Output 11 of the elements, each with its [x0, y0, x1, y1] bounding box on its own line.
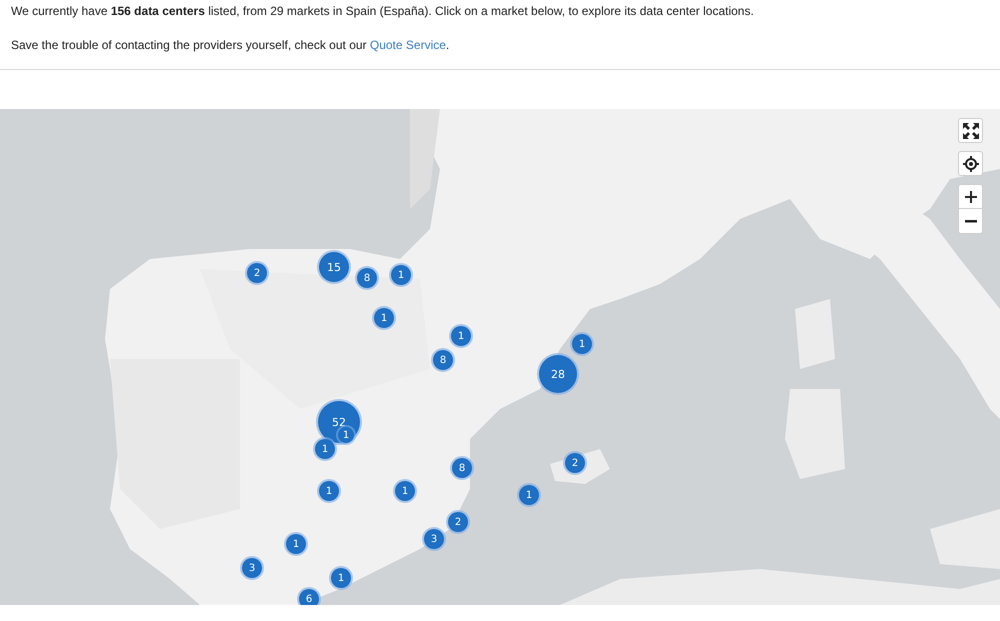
quote-note: Save the trouble of contacting the providers yourself, check out our Quote Service. — [11, 38, 450, 52]
intro-text: We currently have 156 data centers listed, from 29 markets in Spain (España). Click on a market below, to explore its data center locations. — [11, 4, 755, 18]
zoom-out-button[interactable] — [958, 209, 983, 234]
fullscreen-button[interactable] — [958, 118, 983, 143]
locate-button[interactable] — [958, 151, 983, 176]
locate-icon — [962, 156, 978, 172]
expand-icon — [962, 122, 980, 140]
zoom-in-button[interactable] — [958, 184, 983, 209]
quote-service-link[interactable]: Quote Service — [370, 38, 446, 52]
minus-icon — [964, 220, 976, 222]
plus-icon — [964, 190, 976, 202]
